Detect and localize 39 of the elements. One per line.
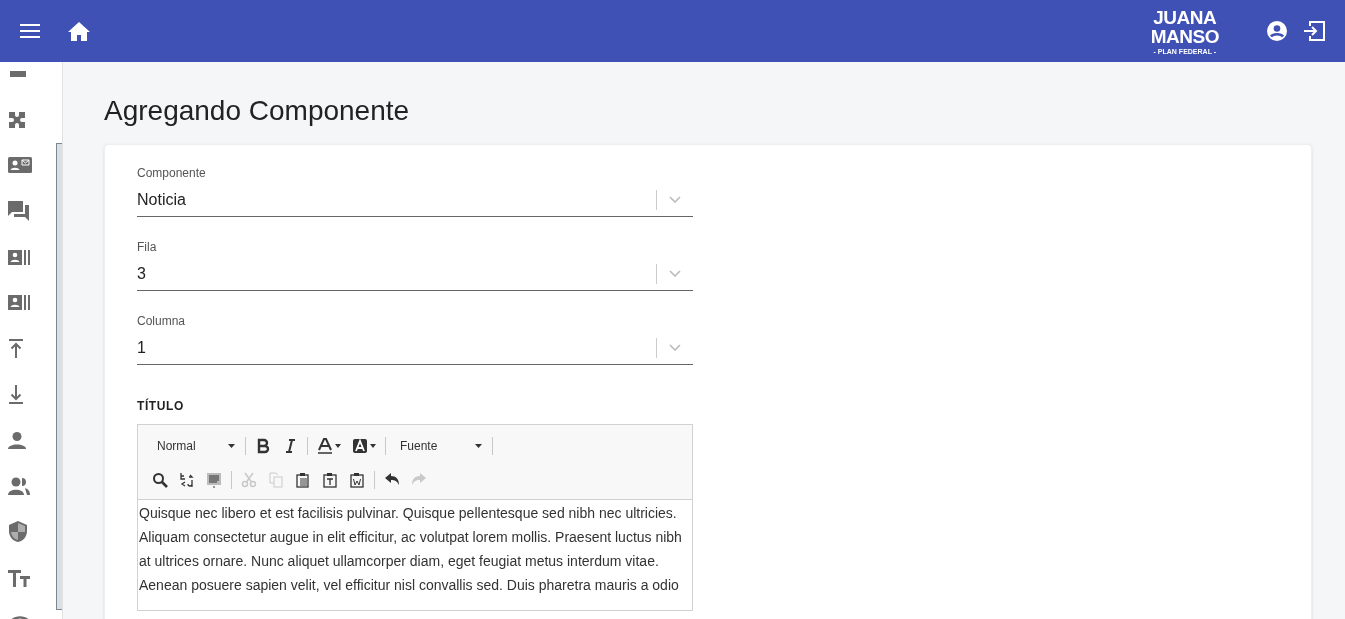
bold-icon <box>255 438 271 454</box>
clipboard-icon <box>295 472 311 488</box>
page-title: Agregando Componente <box>104 94 411 128</box>
field-label: Componente <box>137 165 207 181</box>
scrollbar[interactable] <box>56 143 62 610</box>
copy-icon <box>268 472 284 488</box>
id-card-icon[interactable] <box>8 248 32 266</box>
editor-label: TÍTULO <box>137 397 185 415</box>
logo-text: MANSO <box>1150 26 1219 46</box>
field-label: Columna <box>137 313 187 329</box>
id-card-icon[interactable] <box>8 294 32 312</box>
toolbar-dropdown[interactable]: Fuente <box>391 435 487 457</box>
contact-card-icon[interactable] <box>8 155 32 176</box>
logo-text: JUANA <box>1153 7 1217 27</box>
select-field[interactable]: 3 <box>137 257 693 291</box>
clipboard-word-icon <box>349 472 365 488</box>
text-color-icon <box>317 438 333 454</box>
menu-icon[interactable] <box>20 24 40 38</box>
scissors-icon <box>241 472 257 488</box>
logout-icon[interactable] <box>1303 21 1325 41</box>
home-icon[interactable] <box>68 21 90 41</box>
field-label: Fila <box>137 239 158 255</box>
find-replace-icon <box>179 472 195 488</box>
chat-bubbles-icon[interactable] <box>8 201 32 222</box>
text-size-icon[interactable] <box>8 568 32 587</box>
select-all-icon <box>206 472 222 488</box>
account-icon[interactable] <box>1267 21 1287 41</box>
search-icon <box>152 472 168 488</box>
toolbar-dropdown[interactable]: Normal <box>148 435 240 457</box>
caret-icon <box>475 444 482 448</box>
people-icon[interactable] <box>8 477 32 496</box>
caret-icon <box>335 444 341 448</box>
select-field[interactable]: Noticia <box>137 183 693 217</box>
caret-icon <box>228 444 235 448</box>
editor-text[interactable]: Quisque nec libero et est facilisis pulvinar. Quisque pellentesque sed nibh nec ultricies. Aliquam consectetur augue in elit efficitur, ac volutpat lorem mollis. Praesent luctus nibh at ultrices ornare. Nunc aliquet ullamcorper diam, eget feugiat metus interdum vitae. Aenean posuere sapien velit, vel efficitur nisl convallis sed. Duis pharetra mauris a odio <box>139 501 691 597</box>
caret-icon <box>370 444 376 448</box>
select-field[interactable]: 1 <box>137 331 693 365</box>
clipboard-text-icon <box>322 472 338 488</box>
background-color-icon <box>352 438 368 454</box>
